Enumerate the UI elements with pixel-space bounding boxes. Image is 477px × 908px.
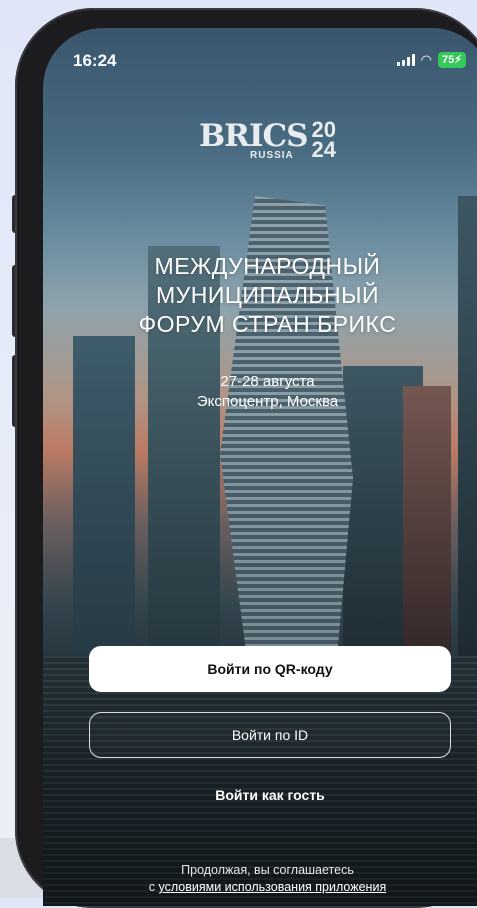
event-title: МЕЖДУНАРОДНЫЙ МУНИЦИПАЛЬНЫЙ ФОРУМ СТРАН …	[43, 252, 477, 339]
status-time: 16:24	[73, 51, 117, 70]
battery-charging-icon: 75⚡︎	[438, 52, 466, 68]
status-icons: ◠ 75⚡︎	[396, 52, 466, 68]
logo-year: 20 24	[311, 119, 336, 162]
qr-login-button[interactable]: Войти по QR-коду	[89, 646, 451, 692]
terms-notice: Продолжая, вы соглашаетесь с условиями и…	[43, 862, 477, 896]
terms-line2-prefix: с	[148, 880, 159, 894]
phone-frame: 16:24 ◠ 75⚡︎ BRICS 20 24 RUSSIA МЕЖДУНАР…	[15, 8, 477, 908]
id-login-label: Войти по ID	[231, 727, 309, 743]
status-bar: 16:24 ◠ 75⚡︎	[43, 50, 477, 74]
battery-level: 75	[442, 54, 455, 66]
event-title-line: МЕЖДУНАРОДНЫЙ	[154, 253, 381, 279]
event-title-line: МУНИЦИПАЛЬНЫЙ	[155, 282, 380, 308]
event-info: 27-28 августа Экспоцентр, Москва	[43, 372, 477, 412]
terms-of-use-link[interactable]: условиями использования приложения	[159, 880, 387, 894]
brics-logo: BRICS 20 24 RUSSIA	[43, 118, 477, 162]
guest-login-label: Войти как гость	[215, 787, 325, 803]
event-venue: Экспоцентр, Москва	[196, 393, 339, 410]
qr-login-label: Войти по QR-коду	[207, 661, 333, 677]
event-title-line: ФОРУМ СТРАН БРИКС	[138, 311, 397, 337]
wifi-icon: ◠	[420, 52, 433, 67]
event-dates: 27-28 августа	[220, 373, 315, 390]
app-screen: 16:24 ◠ 75⚡︎ BRICS 20 24 RUSSIA МЕЖДУНАР…	[43, 28, 477, 906]
logo-brand: BRICS	[198, 118, 309, 154]
id-login-button[interactable]: Войти по ID	[89, 712, 451, 758]
terms-prefix: Продолжая, вы соглашаетесь	[181, 863, 354, 877]
logo-country: RUSSIA	[250, 150, 294, 161]
logo-year-bottom: 24	[311, 137, 336, 162]
guest-login-button[interactable]: Войти как гость	[89, 780, 451, 810]
cellular-signal-icon	[396, 54, 415, 66]
